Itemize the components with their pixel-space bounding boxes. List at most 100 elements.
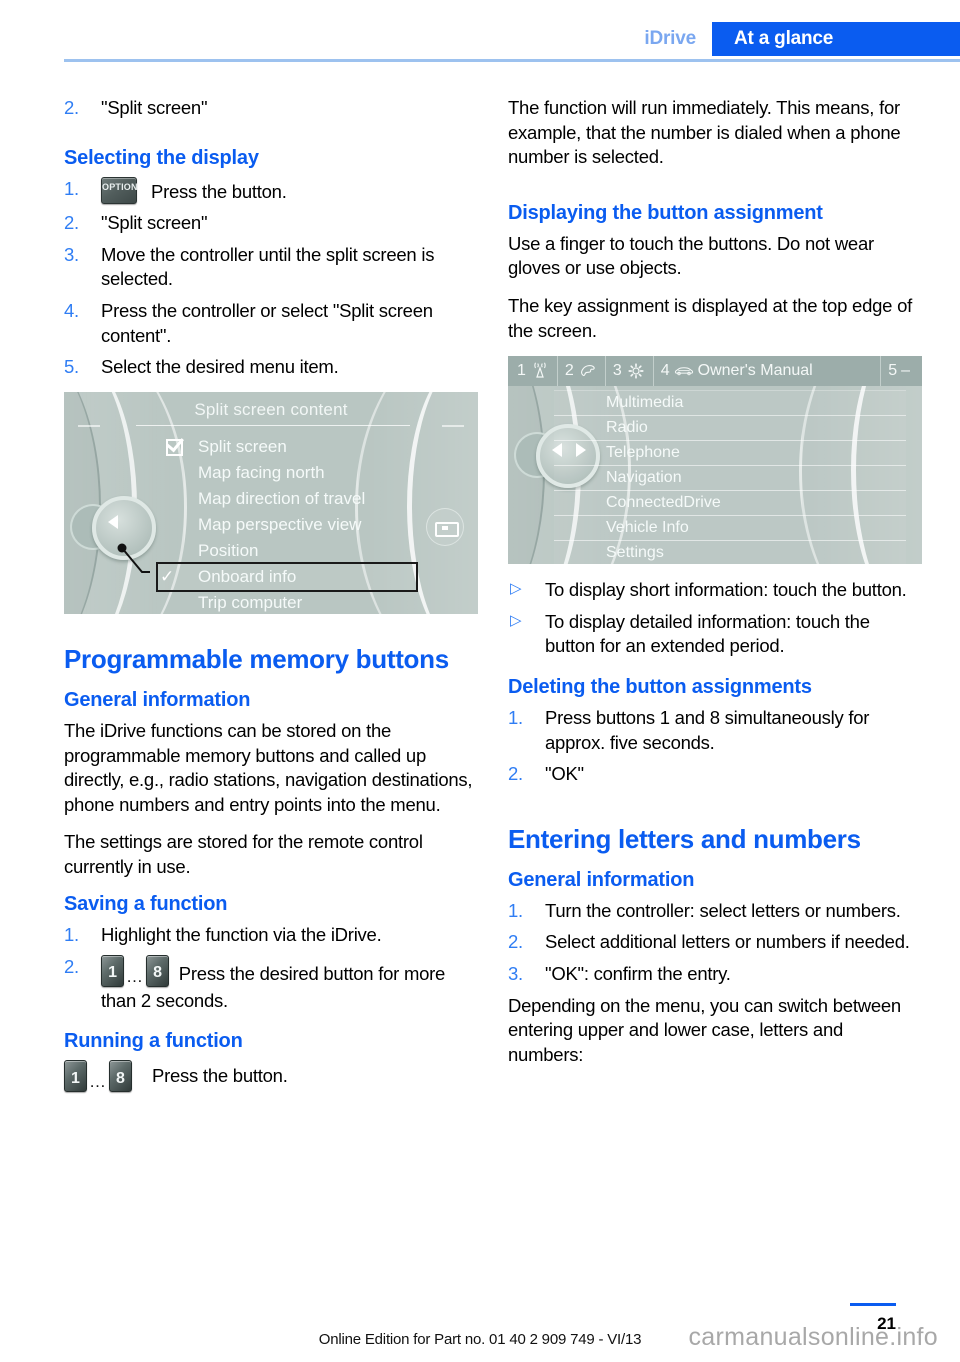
ellipsis: … bbox=[89, 1072, 107, 1092]
menu-item-navigation[interactable]: Navigation bbox=[554, 466, 906, 492]
list-marker: 5. bbox=[64, 356, 79, 378]
assignment-number: 3 bbox=[612, 362, 622, 380]
car-icon bbox=[674, 367, 693, 376]
list-marker: 4. bbox=[64, 299, 79, 321]
list-item: 2. "OK" bbox=[508, 762, 922, 787]
heading-general-information-right: General information bbox=[508, 868, 695, 891]
breadcrumb-section: iDrive bbox=[634, 22, 712, 56]
assignment-number: 4 bbox=[660, 362, 670, 380]
menu-item-telephone[interactable]: Telephone bbox=[554, 441, 906, 467]
list-text: "OK" bbox=[545, 763, 584, 785]
assignment-button-1[interactable]: 1 bbox=[508, 356, 558, 387]
menu-item-multimedia[interactable]: Multimedia bbox=[554, 390, 906, 417]
assignment-button-2[interactable]: 2 bbox=[558, 356, 606, 387]
running-function-row: 1 … 8 Press the button. bbox=[64, 1060, 478, 1093]
list-item: 5. Select the desired menu item. bbox=[64, 355, 478, 380]
list-item: ▷ To display detailed information: touch… bbox=[508, 610, 922, 659]
assignment-button-3[interactable]: 3 bbox=[606, 356, 654, 387]
list-marker: 2. bbox=[64, 97, 79, 118]
menu-item-radio[interactable]: Radio bbox=[554, 416, 906, 442]
left-column: 2. "Split screen" Selecting the display … bbox=[64, 96, 478, 1093]
figure-owners-manual-menu: 1 2 3 4 Owner's Manual 5 – Multimedia Ra… bbox=[508, 356, 922, 565]
dash-icon: – bbox=[901, 362, 910, 380]
list-marker: 2. bbox=[508, 763, 523, 785]
list-item: 1. Press buttons 1 and 8 simultaneously … bbox=[508, 706, 922, 755]
figure-split-screen-content: Split screen content Split screen Map fa… bbox=[64, 391, 478, 614]
menu-item-connecteddrive[interactable]: ConnectedDrive bbox=[554, 491, 906, 517]
heading-deleting-the-button-assignments: Deleting the button assignments bbox=[508, 675, 812, 698]
list-marker: 2. bbox=[64, 212, 79, 234]
list-text: Turn the controller: select letters or n… bbox=[545, 899, 901, 921]
paragraph-memory-remote: The settings are stored for the remote c… bbox=[64, 831, 423, 877]
triangle-bullet-icon: ▷ bbox=[510, 580, 522, 598]
paragraph-memory-intro: The iDrive functions can be stored on th… bbox=[64, 719, 473, 815]
memory-button-8-label: 8 bbox=[153, 963, 162, 981]
page-footer: 21 Online Edition for Part no. 01 40 2 9… bbox=[0, 1288, 960, 1362]
list-text: "OK": confirm the entry. bbox=[545, 963, 731, 985]
list-marker: 1. bbox=[64, 924, 79, 946]
assignment-button-4[interactable]: 4 Owner's Manual bbox=[654, 356, 882, 387]
list-text: Press buttons 1 and 8 simultaneously for… bbox=[545, 706, 870, 753]
watermark: carmanualsonline.info bbox=[688, 1323, 938, 1351]
heading-saving-a-function: Saving a function bbox=[64, 893, 228, 916]
menu-item-vehicle-info[interactable]: Vehicle Info bbox=[554, 516, 906, 542]
saving-function-steps: 1. Highlight the function via the iDrive… bbox=[64, 923, 478, 1013]
deleting-assignments-steps: 1. Press buttons 1 and 8 simultaneously … bbox=[508, 706, 922, 787]
gear-icon bbox=[628, 363, 644, 379]
breadcrumb: iDrive At a glance bbox=[634, 22, 960, 56]
memory-button-8-icon: 8 bbox=[109, 1060, 132, 1093]
assignment-number: 5 bbox=[888, 362, 898, 380]
memory-button-1-label: 1 bbox=[108, 963, 117, 981]
list-item-option-button: 1. OPTION Press the button. bbox=[64, 176, 478, 205]
footer-divider bbox=[850, 1303, 896, 1306]
list-item-memory-buttons: 2. 1… 8 Press the desired button for more… bbox=[64, 955, 478, 1013]
paragraph-key-assignment: The key assignment is displayed at the t… bbox=[508, 294, 913, 341]
list-text: To display short information: touch the … bbox=[545, 579, 907, 601]
callout-leader-line bbox=[117, 543, 150, 573]
list-marker: 3. bbox=[508, 963, 523, 985]
entering-letters-steps: 1. Turn the controller: select letters o… bbox=[508, 899, 922, 987]
list-item: 1. Highlight the function via the iDrive… bbox=[64, 923, 478, 948]
list-text: "Split screen" bbox=[101, 212, 208, 234]
list-text: Select the desired menu item. bbox=[101, 356, 339, 378]
touch-bullet-list: ▷ To display short information: touch th… bbox=[508, 578, 922, 659]
memory-button-8-label: 8 bbox=[116, 1070, 125, 1088]
intro-list: 2. "Split screen" bbox=[64, 96, 478, 121]
assignment-number: 2 bbox=[564, 362, 574, 380]
memory-button-1-label: 1 bbox=[71, 1070, 80, 1088]
menu-item-settings[interactable]: Settings bbox=[554, 541, 906, 565]
list-item: ▷ To display short information: touch th… bbox=[508, 578, 922, 603]
list-text: "Split screen" bbox=[101, 97, 208, 118]
list-item: 2. "Split screen" bbox=[64, 96, 478, 121]
list-marker: 3. bbox=[64, 243, 79, 265]
memory-button-1-icon: 1 bbox=[64, 1060, 87, 1093]
memory-button-8-icon: 8 bbox=[146, 955, 169, 988]
paragraph-function-runs: The function will run immediately. This … bbox=[508, 97, 901, 168]
list-item: 1. Turn the controller: select letters o… bbox=[508, 899, 922, 924]
option-button-label: OPTION bbox=[102, 181, 138, 192]
heading-displaying-the-button-assignment: Displaying the button assignment bbox=[508, 201, 823, 224]
breadcrumb-chapter: At a glance bbox=[712, 22, 960, 56]
list-item: 4. Press the controller or select "Split… bbox=[64, 299, 478, 348]
telephone-icon bbox=[580, 365, 595, 377]
heading-general-information-left: General information bbox=[64, 688, 251, 711]
antenna-icon bbox=[534, 362, 546, 378]
list-marker: 1. bbox=[64, 177, 79, 199]
page-header: iDrive At a glance bbox=[0, 0, 960, 62]
assignment-button-5[interactable]: 5 – bbox=[881, 356, 922, 386]
right-column: The function will run immediately. This … bbox=[508, 96, 922, 1080]
selecting-display-steps: 1. OPTION Press the button. 2. "Split scr… bbox=[64, 176, 478, 380]
owners-manual-menu: Multimedia Radio Telephone Navigation Co… bbox=[554, 390, 906, 565]
assignment-label: Owner's Manual bbox=[697, 362, 813, 380]
list-item: 3. "OK": confirm the entry. bbox=[508, 962, 922, 987]
assignment-number: 1 bbox=[517, 362, 526, 380]
option-button-icon: OPTION bbox=[101, 176, 138, 204]
triangle-bullet-icon: ▷ bbox=[510, 611, 522, 629]
list-marker: 2. bbox=[64, 956, 79, 978]
list-item: 2. Select additional letters or numbers … bbox=[508, 930, 922, 955]
list-marker: 1. bbox=[508, 706, 523, 728]
